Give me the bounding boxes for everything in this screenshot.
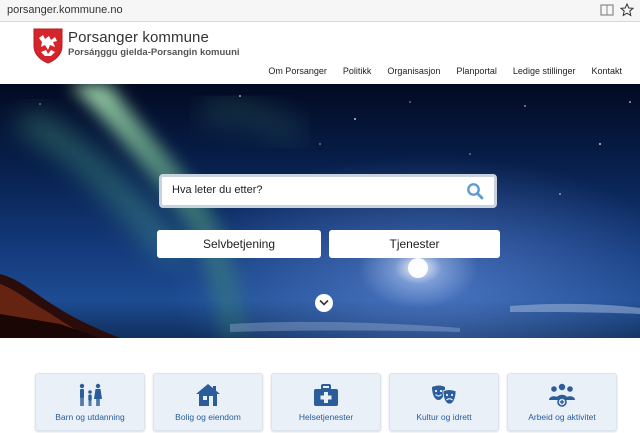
hero-banner: Selvbetjening Tjenester: [0, 84, 640, 338]
bookmark-star-icon[interactable]: [620, 3, 634, 17]
tjenester-button[interactable]: Tjenester: [329, 230, 500, 258]
medical-kit-icon: [314, 384, 338, 406]
card-arbeid-og-aktivitet[interactable]: Arbeid og aktivitet: [507, 373, 617, 431]
card-bolig-og-eiendom[interactable]: Bolig og eiendom: [153, 373, 263, 431]
coat-of-arms-logo[interactable]: [33, 28, 63, 64]
people-group-icon: [549, 383, 575, 407]
card-kultur-og-idrett[interactable]: Kultur og idrett: [389, 373, 499, 431]
search-input[interactable]: [172, 184, 452, 196]
card-label: Arbeid og aktivitet: [528, 412, 596, 422]
theater-masks-icon: [432, 385, 457, 405]
card-barn-og-utdanning[interactable]: Barn og utdanning: [35, 373, 145, 431]
card-label: Kultur og idrett: [416, 412, 472, 422]
card-helsetjenester[interactable]: Helsetjenester: [271, 373, 381, 431]
reader-view-icon[interactable]: [600, 3, 614, 17]
site-name[interactable]: Porsanger kommune: [68, 29, 209, 46]
card-label: Barn og utdanning: [55, 412, 125, 422]
card-label: Helsetjenester: [298, 412, 354, 422]
site-subtitle: Porsáŋggu gielda-Porsangin komuuni: [68, 47, 240, 58]
nav-kontakt[interactable]: Kontakt: [591, 66, 622, 76]
browser-address-bar: porsanger.kommune.no: [0, 0, 640, 22]
address-url[interactable]: porsanger.kommune.no: [7, 4, 123, 16]
chevron-down-icon: [319, 299, 329, 306]
selvbetjening-button[interactable]: Selvbetjening: [157, 230, 321, 258]
nav-planportal[interactable]: Planportal: [456, 66, 497, 76]
house-icon: [196, 384, 220, 406]
main-navigation: Om Porsanger Politikk Organisasjon Planp…: [252, 66, 622, 76]
nav-om-porsanger[interactable]: Om Porsanger: [268, 66, 327, 76]
family-icon: [79, 383, 102, 406]
nav-organisasjon[interactable]: Organisasjon: [387, 66, 440, 76]
search-icon[interactable]: [466, 182, 484, 200]
card-label: Bolig og eiendom: [175, 412, 241, 422]
scroll-down-button[interactable]: [315, 294, 333, 312]
category-cards: Barn og utdanning Bolig og eiendom Helse…: [35, 373, 625, 433]
site-header: Porsanger kommune Porsáŋggu gielda-Porsa…: [0, 22, 640, 84]
nav-ledige-stillinger[interactable]: Ledige stillinger: [513, 66, 576, 76]
nav-politikk[interactable]: Politikk: [343, 66, 372, 76]
search-box: [159, 174, 497, 208]
